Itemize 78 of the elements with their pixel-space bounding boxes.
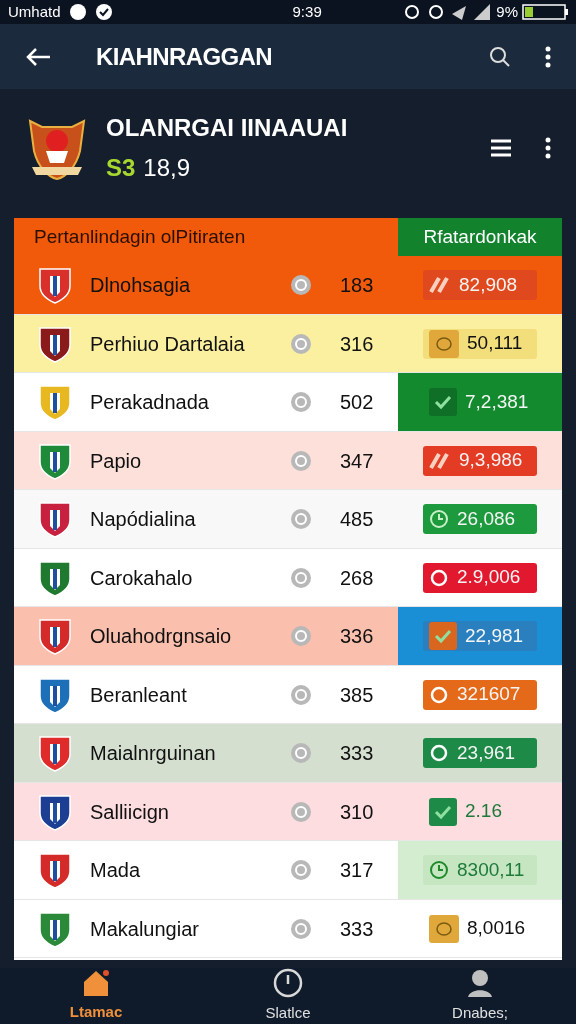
value-text: 7,2,381 <box>465 389 529 414</box>
column-header: Pertanlindagin olPitiraten <box>14 218 398 257</box>
points-text: 336 <box>340 624 374 650</box>
medal-icon <box>290 742 312 765</box>
table-row[interactable]: Perakadnada 502 7,2,381 <box>14 373 562 432</box>
value-text: 23,961 <box>457 740 516 765</box>
menu-button[interactable] <box>490 137 512 158</box>
options-button[interactable] <box>544 135 552 160</box>
table-row[interactable]: Oluahodrgnsaio 336 22,981 <box>14 607 562 666</box>
team-name: Mada <box>90 858 142 884</box>
medal-icon <box>290 917 312 940</box>
table-row[interactable]: Napódialina 485 26,086 <box>14 490 562 549</box>
team-name: Oluahodrgnsaio <box>90 624 233 650</box>
value-text: 321607 <box>457 682 521 707</box>
medal-icon <box>290 625 312 648</box>
medal-icon <box>290 449 312 472</box>
points-text: 502 <box>340 390 374 416</box>
points-text: 485 <box>340 507 374 533</box>
medal-icon <box>290 391 312 414</box>
nav-tab[interactable]: Dnabes; <box>420 967 540 1024</box>
nav-tab[interactable]: Slatlce <box>228 967 348 1024</box>
points-text: 316 <box>340 331 374 357</box>
power-icon <box>273 967 303 998</box>
medal-icon <box>290 274 312 297</box>
value-text: 26,086 <box>457 506 516 531</box>
value-text: 50,111 <box>467 331 523 356</box>
table-row[interactable]: Mada 317 8300,11 <box>14 841 562 900</box>
medal-icon <box>290 859 312 882</box>
medal-icon <box>290 800 312 823</box>
team-name: Perakadnada <box>90 390 210 416</box>
value-text: 8300,11 <box>457 857 525 882</box>
battery-icon <box>522 3 568 20</box>
carrier-text: Umhatd <box>8 1 61 22</box>
value-text: 2.9,006 <box>457 565 521 590</box>
medal-icon <box>290 508 312 531</box>
more-button[interactable] <box>544 44 552 69</box>
value-text: 22,981 <box>465 623 524 648</box>
points-text: 268 <box>340 565 374 591</box>
signal-icon <box>404 3 493 20</box>
value-text: 8,0016 <box>467 916 526 941</box>
person-icon <box>465 967 495 998</box>
value-text: 9,3,986 <box>459 448 523 473</box>
column-header: Rfatardonkak <box>398 218 562 257</box>
team-name: Maialnrguinan <box>90 741 217 767</box>
value-text: 82,908 <box>459 272 518 297</box>
table-row[interactable]: Perhiuo Dartalaia 316 50,111 <box>14 314 562 374</box>
team-name: Napódialina <box>90 507 197 533</box>
medal-icon <box>290 683 312 706</box>
battery-percent: 9% <box>496 1 518 22</box>
team-name: Makalungiar <box>90 916 200 942</box>
currency-symbol: S3 <box>106 152 136 183</box>
points-text: 333 <box>340 916 374 942</box>
value-text: 2.16 <box>465 799 502 824</box>
profile-name: OLANRGAI IINAAUAI <box>106 112 348 143</box>
team-name: Perhiuo Dartalaia <box>90 331 246 357</box>
points-text: 385 <box>340 682 374 708</box>
team-name: Beranleant <box>90 682 188 708</box>
home-icon <box>81 968 111 997</box>
medal-icon <box>290 332 312 355</box>
points-text: 183 <box>340 273 374 299</box>
team-name: Papio <box>90 448 143 474</box>
clock-text: 9:39 <box>292 1 322 22</box>
medal-icon <box>290 566 312 589</box>
team-name: Carokahalo <box>90 565 194 591</box>
team-name: Dlnohsagia <box>90 273 192 299</box>
points-text: 333 <box>340 741 374 767</box>
points-text: 310 <box>340 799 374 825</box>
points-text: 347 <box>340 448 374 474</box>
table-row[interactable]: Salliicign 310 2.16 <box>14 782 562 842</box>
table-row[interactable]: Dlnohsagia 183 82,908 <box>14 256 562 315</box>
app-title: KIAHNRAGGAN <box>96 41 273 72</box>
search-button[interactable] <box>488 44 512 69</box>
table-row[interactable]: Papio 347 9,3,986 <box>14 431 562 491</box>
points-text: 317 <box>340 858 374 884</box>
balance-amount: 18,9 <box>143 152 191 183</box>
team-name: Salliicign <box>90 799 170 825</box>
table-row[interactable]: Maialnrguinan 333 23,961 <box>14 724 562 783</box>
nav-tab[interactable]: Ltamac <box>36 968 156 1023</box>
